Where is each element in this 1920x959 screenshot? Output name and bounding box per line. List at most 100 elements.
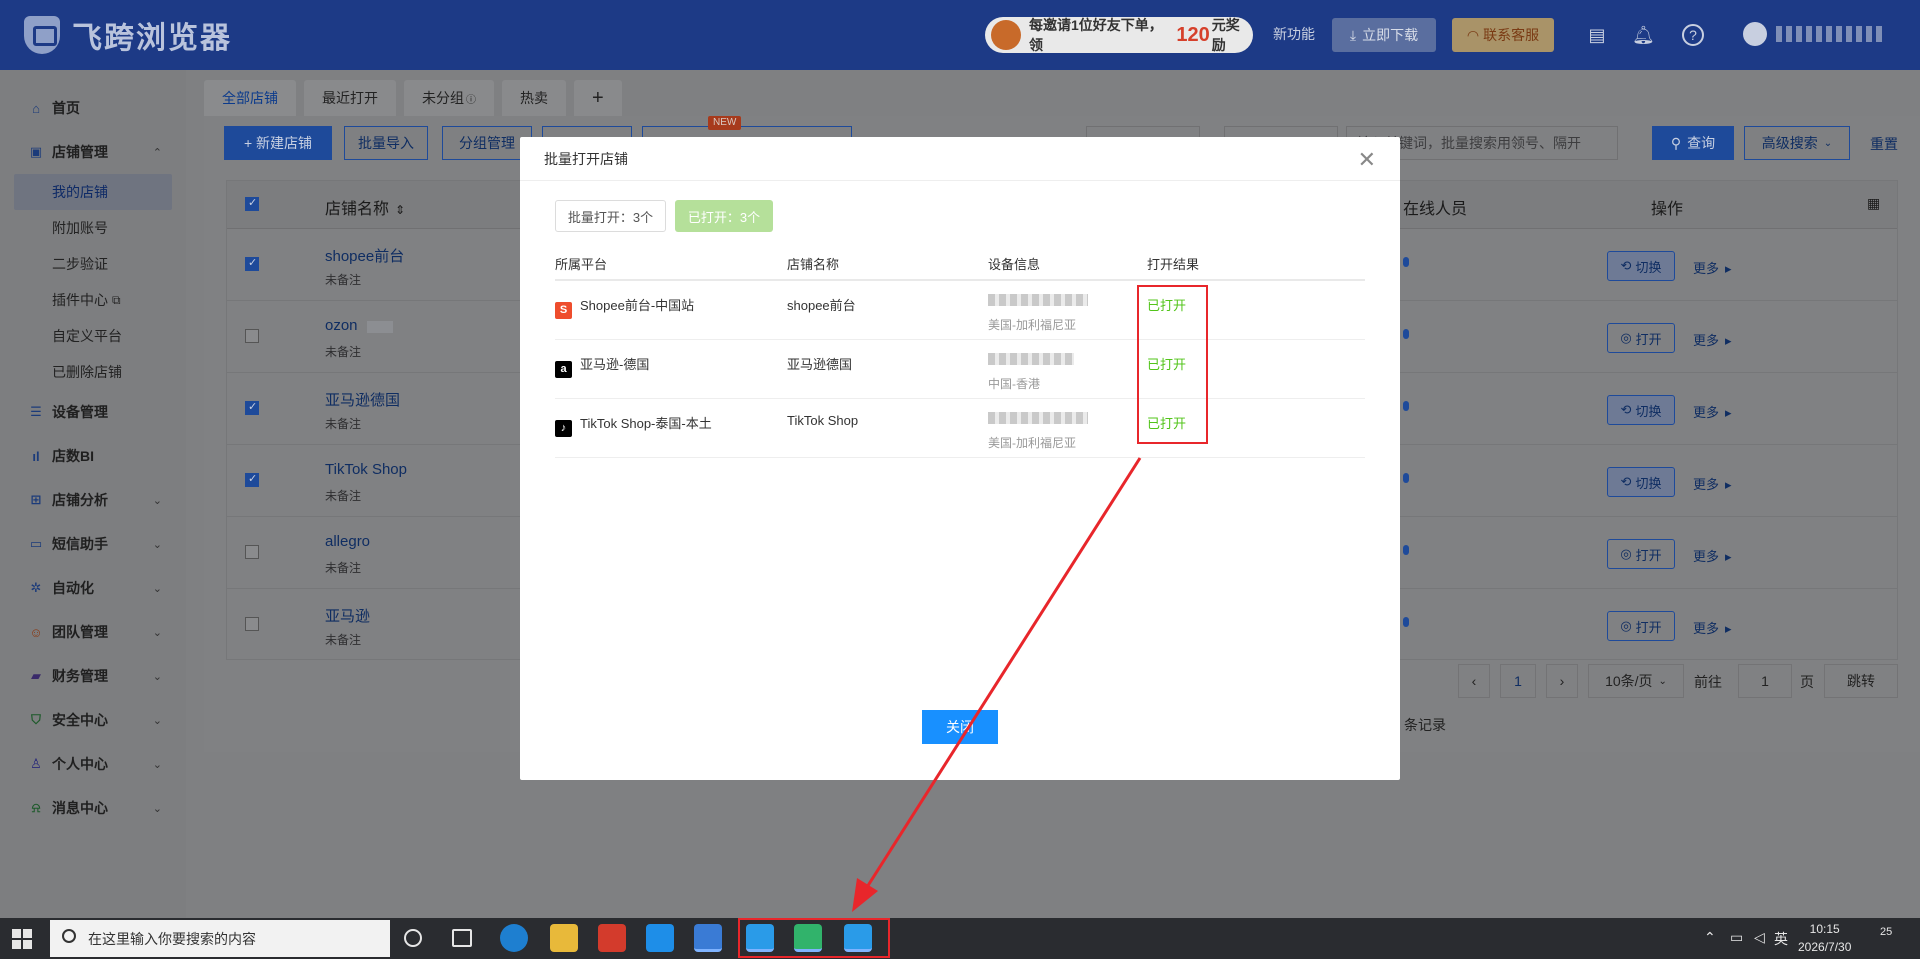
more-menu[interactable]: 更多 ▸ (1693, 618, 1732, 637)
more-menu[interactable]: 更多 ▸ (1693, 402, 1732, 421)
batch-open-count[interactable]: 批量打开：3个 (555, 200, 666, 232)
shop-name-link[interactable]: ozon (325, 317, 358, 334)
close-icon[interactable]: ✕ (1358, 147, 1376, 173)
page-1-button[interactable]: 1 (1500, 664, 1536, 698)
row-checkbox[interactable] (245, 617, 259, 631)
document-icon[interactable]: ▤ (1586, 24, 1608, 46)
switch-button[interactable]: ⟲ 切换 (1607, 251, 1675, 281)
promo-prefix: 每邀请1位好友下单，领 (1029, 17, 1163, 53)
tab-recent[interactable]: 最近打开 (304, 80, 396, 116)
external-link-icon: ⧉ (112, 292, 121, 307)
goto-page-input[interactable]: 1 (1738, 664, 1792, 698)
col-shop-name[interactable]: 店铺名称 ⇕ (325, 195, 405, 219)
shop-name-link[interactable]: allegro (325, 533, 370, 550)
sidebar-item-custom-platform[interactable]: 自定义平台 (0, 318, 186, 354)
batch-import-button[interactable]: 批量导入 (344, 126, 428, 160)
cortana-icon[interactable] (404, 929, 422, 947)
select-all-checkbox[interactable] (245, 196, 259, 211)
row-checkbox[interactable] (245, 400, 259, 415)
taskbar-search-input[interactable]: 在这里输入你要搜索的内容 (50, 920, 390, 957)
group-management-button[interactable]: 分组管理 (442, 126, 532, 160)
switch-button[interactable]: ⟲ 切换 (1607, 467, 1675, 497)
sort-icon: ⇕ (395, 203, 406, 217)
advanced-search-button[interactable]: 高级搜索 ⌄ (1744, 126, 1850, 160)
open-button[interactable]: ◎ 打开 (1607, 611, 1675, 641)
new-shop-button[interactable]: + 新建店铺 (224, 126, 332, 160)
username-blurred[interactable] (1776, 26, 1886, 42)
file-explorer-icon[interactable] (550, 924, 578, 952)
sidebar-item-sms[interactable]: ▭ 短信助手 ⌄ (0, 522, 186, 566)
more-label: 更多 (1693, 261, 1720, 276)
customer-service-button[interactable]: ◠ 联系客服 (1452, 18, 1554, 52)
more-menu[interactable]: 更多 ▸ (1693, 474, 1732, 493)
more-menu[interactable]: 更多 ▸ (1693, 546, 1732, 565)
open-button[interactable]: ◎ 打开 (1607, 323, 1675, 353)
feikua-browser-icon[interactable] (694, 924, 722, 952)
ime-indicator[interactable]: 英 (1774, 929, 1788, 949)
clock[interactable]: 10:15 2026/7/30 (1798, 920, 1851, 956)
sidebar-item-home[interactable]: ⌂ 首页 (0, 86, 186, 130)
volume-icon[interactable]: ◁ (1754, 929, 1765, 946)
notification-icon[interactable]: 25 (1880, 926, 1892, 938)
sidebar-item-2fa[interactable]: 二步验证 (0, 246, 186, 282)
sidebar-item-plugin-center[interactable]: 插件中心 ⧉ (0, 282, 186, 318)
switch-button[interactable]: ⟲ 切换 (1607, 395, 1675, 425)
chevron-up-icon[interactable]: ⌃ (1704, 929, 1716, 946)
edge-icon[interactable] (500, 924, 528, 952)
reset-link[interactable]: 重置 (1870, 134, 1898, 154)
sidebar-item-security[interactable]: ⛉ 安全中心 ⌄ (0, 698, 186, 742)
tab-hot[interactable]: 热卖 (502, 80, 566, 116)
sidebar-item-personal[interactable]: ♙ 个人中心 ⌄ (0, 742, 186, 786)
col-shop-name: 店铺名称 (787, 257, 840, 272)
bell-icon[interactable]: 🔔︎ (1632, 24, 1655, 46)
chevron-down-icon: ⌄ (1658, 675, 1667, 687)
sidebar-item-deleted-shops[interactable]: 已删除店铺 (0, 354, 186, 390)
sidebar-item-bi[interactable]: ıl 店数BI (0, 434, 186, 478)
opened-count[interactable]: 已打开：3个 (675, 200, 773, 232)
help-icon[interactable]: ? (1682, 24, 1704, 46)
sidebar-item-device-management[interactable]: ☰ 设备管理 (0, 390, 186, 434)
new-feature-link[interactable]: 新功能 (1273, 24, 1315, 44)
more-menu[interactable]: 更多 ▸ (1693, 330, 1732, 349)
add-tab-button[interactable]: + (574, 80, 622, 116)
open-button[interactable]: ◎ 打开 (1607, 539, 1675, 569)
page-size-select[interactable]: 10条/页 ⌄ (1588, 664, 1684, 698)
close-button[interactable]: 关闭 (922, 710, 998, 744)
row-checkbox[interactable] (245, 545, 259, 559)
row-checkbox[interactable] (245, 472, 259, 487)
row-checkbox[interactable] (245, 256, 259, 271)
sidebar-item-team[interactable]: ☺ 团队管理 ⌄ (0, 610, 186, 654)
avatar[interactable] (1743, 22, 1767, 46)
network-icon[interactable]: ▭ (1730, 929, 1743, 946)
sidebar-label: 自动化 (52, 580, 94, 596)
sidebar-item-shop-analysis[interactable]: ⊞ 店铺分析 ⌄ (0, 478, 186, 522)
sidebar-item-my-shops[interactable]: 我的店铺 (14, 174, 172, 210)
app-header: 飞跨浏览器 每邀请1位好友下单，领 120 元奖励 新功能 ⤓ 立即下载 ◠ 联… (0, 0, 1920, 70)
chevron-down-icon: ⌄ (152, 714, 162, 727)
more-menu[interactable]: 更多 ▸ (1693, 258, 1732, 277)
next-page-button[interactable]: › (1546, 664, 1578, 698)
sidebar-label: 设备管理 (52, 404, 108, 420)
shop-name-link[interactable]: shopee前台 (325, 245, 404, 266)
jump-button[interactable]: 跳转 (1824, 664, 1898, 698)
windows-start-icon[interactable] (12, 929, 32, 949)
prev-page-button[interactable]: ‹ (1458, 664, 1490, 698)
app-icon[interactable] (646, 924, 674, 952)
download-button[interactable]: ⤓ 立即下载 (1332, 18, 1436, 52)
sidebar-item-finance[interactable]: ▰ 财务管理 ⌄ (0, 654, 186, 698)
promo-banner[interactable]: 每邀请1位好友下单，领 120 元奖励 (985, 17, 1253, 53)
wps-icon[interactable] (598, 924, 626, 952)
row-checkbox[interactable] (245, 329, 259, 343)
sidebar-item-automation[interactable]: ✲ 自动化 ⌄ (0, 566, 186, 610)
task-view-icon[interactable] (452, 929, 472, 947)
shop-name-link[interactable]: 亚马逊 (325, 605, 370, 626)
shop-name-link[interactable]: TikTok Shop (325, 461, 407, 478)
tab-all-shops[interactable]: 全部店铺 (204, 80, 296, 116)
sidebar-item-extra-accounts[interactable]: 附加账号 (0, 210, 186, 246)
sidebar-item-shop-management[interactable]: ▣ 店铺管理 ⌃ (0, 130, 186, 174)
sidebar-item-messages[interactable]: ⍾ 消息中心 ⌄ (0, 786, 186, 830)
shop-name-link[interactable]: 亚马逊德国 (325, 389, 400, 410)
query-button[interactable]: ⚲ 查询 (1652, 126, 1734, 160)
column-settings-icon[interactable]: ▦ (1867, 195, 1880, 212)
tab-ungrouped[interactable]: 未分组 ⓘ (404, 80, 494, 116)
